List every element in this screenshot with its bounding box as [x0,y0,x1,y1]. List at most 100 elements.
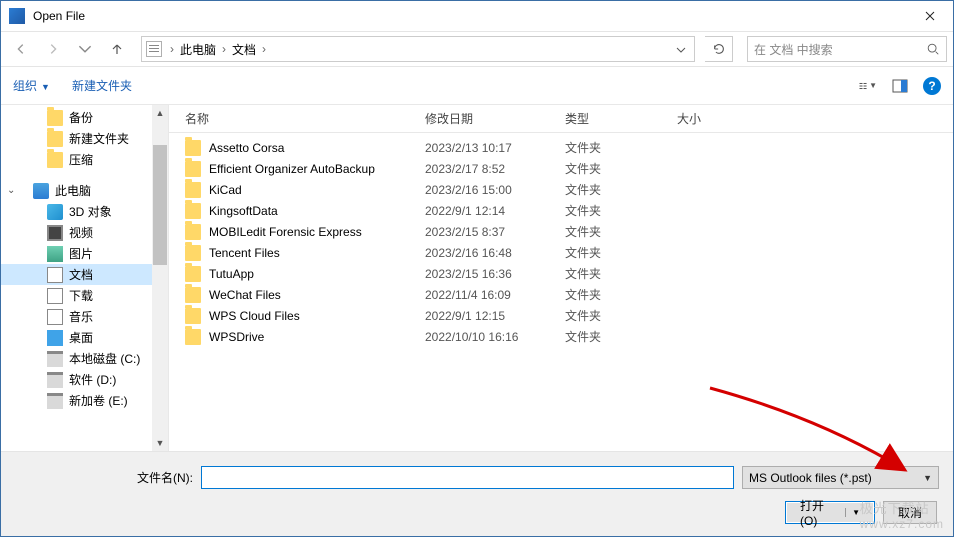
sidebar-item-label: 视频 [69,224,93,241]
address-dropdown[interactable] [672,42,690,56]
file-row[interactable]: WeChat Files2022/11/4 16:09文件夹 [169,284,953,305]
file-type: 文件夹 [565,307,677,324]
sidebar-item[interactable]: 压缩 [1,149,168,170]
sidebar-item[interactable]: 3D 对象 [1,201,168,222]
help-button[interactable]: ? [923,77,941,95]
breadcrumb-folder[interactable]: 文档 [228,41,260,58]
file-date: 2023/2/15 16:36 [425,267,565,281]
sidebar-item[interactable]: 新加卷 (E:) [1,390,168,411]
folder-icon [185,161,201,177]
file-row[interactable]: Efficient Organizer AutoBackup2023/2/17 … [169,158,953,179]
file-type: 文件夹 [565,223,677,240]
file-row[interactable]: Tencent Files2023/2/16 16:48文件夹 [169,242,953,263]
folder-icon [185,245,201,261]
file-row[interactable]: MOBILedit Forensic Express2023/2/15 8:37… [169,221,953,242]
filename-input[interactable] [201,466,734,489]
folder-icon [185,224,201,240]
scroll-thumb[interactable] [153,145,167,265]
address-bar[interactable]: › 此电脑 › 文档 › [141,36,695,62]
video-icon [47,225,63,241]
column-headers: 名称 修改日期 类型 大小 [169,105,953,133]
folder-icon [47,131,63,147]
file-name: WeChat Files [209,288,425,302]
column-date[interactable]: 修改日期 [425,110,565,127]
sidebar-item-label: 软件 (D:) [69,371,116,388]
file-row[interactable]: KiCad2023/2/16 15:00文件夹 [169,179,953,200]
filename-label: 文件名(N): [15,469,193,486]
column-name[interactable]: 名称 [169,110,425,127]
file-type: 文件夹 [565,160,677,177]
filetype-select[interactable]: MS Outlook files (*.pst) ▼ [742,466,939,489]
file-date: 2023/2/16 16:48 [425,246,565,260]
nav-bar: › 此电脑 › 文档 › 在 文档 中搜索 [1,31,953,67]
file-date: 2023/2/13 10:17 [425,141,565,155]
file-row[interactable]: WPS Cloud Files2022/9/1 12:15文件夹 [169,305,953,326]
file-row[interactable]: Assetto Corsa2023/2/13 10:17文件夹 [169,137,953,158]
file-date: 2022/10/10 16:16 [425,330,565,344]
titlebar: Open File [1,1,953,31]
sidebar-item-label: 新加卷 (E:) [69,392,128,409]
file-name: KiCad [209,183,425,197]
sidebar-item[interactable]: 文档 [1,264,168,285]
sidebar-item-label: 3D 对象 [69,203,112,220]
file-pane: 名称 修改日期 类型 大小 Assetto Corsa2023/2/13 10:… [169,105,953,451]
filetype-value: MS Outlook files (*.pst) [749,471,872,485]
file-name: KingsoftData [209,204,425,218]
file-row[interactable]: WPSDrive2022/10/10 16:16文件夹 [169,326,953,347]
file-date: 2023/2/15 8:37 [425,225,565,239]
new-folder-button[interactable]: 新建文件夹 [72,77,132,94]
sidebar-item[interactable]: 音乐 [1,306,168,327]
folder-icon [185,266,201,282]
up-button[interactable] [103,36,131,62]
folder-icon [185,182,201,198]
file-type: 文件夹 [565,244,677,261]
file-date: 2023/2/16 15:00 [425,183,565,197]
folder-icon [185,329,201,345]
folder-icon [185,140,201,156]
sidebar-item[interactable]: 备份 [1,107,168,128]
app-icon [9,8,25,24]
sidebar-item-label: 新建文件夹 [69,130,129,147]
sidebar-item[interactable]: ⌄此电脑 [1,180,168,201]
file-type: 文件夹 [565,181,677,198]
search-icon [926,42,940,56]
music-icon [47,309,63,325]
refresh-button[interactable] [705,36,733,62]
file-type: 文件夹 [565,202,677,219]
back-button[interactable] [7,36,35,62]
sidebar-item-label: 备份 [69,109,93,126]
sidebar-item[interactable]: 桌面 [1,327,168,348]
search-placeholder: 在 文档 中搜索 [754,41,926,58]
sidebar-item[interactable]: 图片 [1,243,168,264]
sidebar-item[interactable]: 新建文件夹 [1,128,168,149]
sidebar-item-label: 此电脑 [55,182,91,199]
file-row[interactable]: TutuApp2023/2/15 16:36文件夹 [169,263,953,284]
sidebar-item[interactable]: 软件 (D:) [1,369,168,390]
view-options-button[interactable]: ▼ [859,77,877,95]
sidebar-item[interactable]: 视频 [1,222,168,243]
toolbar: 组织▼ 新建文件夹 ▼ ? [1,67,953,105]
preview-pane-button[interactable] [891,77,909,95]
sidebar-scrollbar[interactable]: ▲ ▼ [152,105,168,451]
column-size[interactable]: 大小 [677,110,953,127]
close-button[interactable] [907,1,953,31]
breadcrumb-root[interactable]: 此电脑 [176,41,220,58]
cancel-button[interactable]: 取消 [883,501,937,524]
file-name: WPS Cloud Files [209,309,425,323]
column-type[interactable]: 类型 [565,110,677,127]
organize-menu[interactable]: 组织▼ [13,77,50,94]
sidebar-item[interactable]: 本地磁盘 (C:) [1,348,168,369]
scroll-down-icon[interactable]: ▼ [152,435,168,451]
file-type: 文件夹 [565,328,677,345]
scroll-up-icon[interactable]: ▲ [152,105,168,121]
file-row[interactable]: KingsoftData2022/9/1 12:14文件夹 [169,200,953,221]
footer: 文件名(N): MS Outlook files (*.pst) ▼ 打开(O)… [1,451,953,536]
forward-button[interactable] [39,36,67,62]
open-button[interactable]: 打开(O)▼ [785,501,875,524]
disk-icon [47,372,63,388]
file-type: 文件夹 [565,286,677,303]
recent-dropdown[interactable] [71,36,99,62]
sidebar-item[interactable]: 下载 [1,285,168,306]
search-input[interactable]: 在 文档 中搜索 [747,36,947,62]
file-date: 2022/11/4 16:09 [425,288,565,302]
